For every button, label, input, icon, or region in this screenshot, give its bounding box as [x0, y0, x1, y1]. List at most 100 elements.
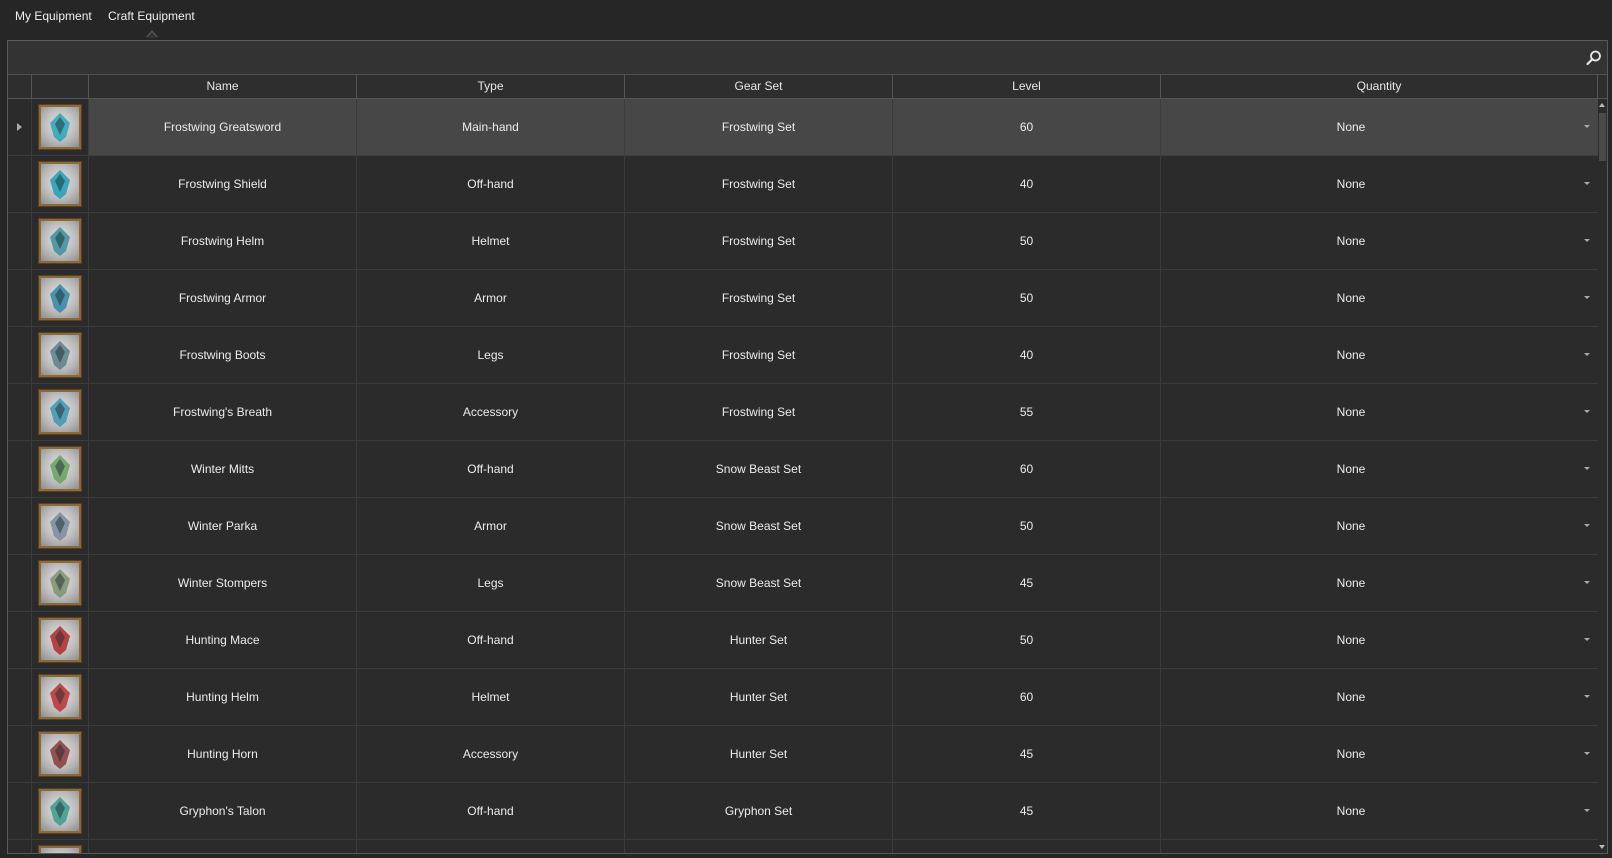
- quantity-dropdown[interactable]: None: [1161, 555, 1598, 611]
- chevron-down-icon[interactable]: [1584, 239, 1590, 242]
- quantity-dropdown[interactable]: None: [1161, 99, 1598, 155]
- quantity-value: None: [1336, 177, 1366, 191]
- search-icon[interactable]: [1585, 49, 1603, 67]
- table-row[interactable]: Hunting Helm Helmet Hunter Set 60 None: [8, 669, 1598, 726]
- row-indicator-cell: [8, 156, 32, 212]
- chevron-down-icon[interactable]: [1584, 182, 1590, 185]
- item-level: 45: [893, 726, 1161, 782]
- quantity-dropdown[interactable]: None: [1161, 213, 1598, 269]
- mace-icon: [38, 617, 82, 663]
- quantity-value: None: [1336, 690, 1366, 704]
- quantity-dropdown[interactable]: None: [1161, 726, 1598, 782]
- chevron-down-icon[interactable]: [1584, 353, 1590, 356]
- table-row[interactable]: Frostwing Greatsword Main-hand Frostwing S…: [8, 99, 1598, 156]
- table-row[interactable]: Frostwing's Breath Accessory Frostwing Set…: [8, 384, 1598, 441]
- item-type: Accessory: [357, 384, 625, 440]
- header-level[interactable]: Level: [893, 75, 1161, 98]
- item-icon-cell: [32, 612, 89, 668]
- quantity-dropdown[interactable]: None: [1161, 669, 1598, 725]
- header-name[interactable]: Name: [89, 75, 357, 98]
- row-indicator-cell: [8, 612, 32, 668]
- item-type: Main-hand: [357, 99, 625, 155]
- row-indicator-cell: [8, 555, 32, 611]
- item-level: 60: [893, 441, 1161, 497]
- quantity-value: None: [1336, 291, 1366, 305]
- table-row-partial[interactable]: [8, 840, 1598, 853]
- frost-sword-icon: [38, 104, 82, 150]
- item-name: Frostwing Helm: [89, 213, 357, 269]
- item-type: Off-hand: [357, 156, 625, 212]
- chevron-down-icon[interactable]: [1584, 809, 1590, 812]
- header-type[interactable]: Type: [357, 75, 625, 98]
- parka-icon: [38, 503, 82, 549]
- item-type: Legs: [357, 555, 625, 611]
- quantity-dropdown[interactable]: None: [1161, 783, 1598, 839]
- quantity-value: None: [1336, 348, 1366, 362]
- header-gear-set[interactable]: Gear Set: [625, 75, 893, 98]
- chevron-down-icon[interactable]: [1584, 695, 1590, 698]
- item-gear-set: Frostwing Set: [625, 384, 893, 440]
- table-row[interactable]: Frostwing Helm Helmet Frostwing Set 50 None: [8, 213, 1598, 270]
- item-level: 50: [893, 498, 1161, 554]
- row-indicator-cell: [8, 384, 32, 440]
- chevron-down-icon[interactable]: [1584, 296, 1590, 299]
- quantity-dropdown[interactable]: None: [1161, 612, 1598, 668]
- table-row[interactable]: Frostwing Armor Armor Frostwing Set 50 None: [8, 270, 1598, 327]
- chevron-down-icon[interactable]: [1584, 467, 1590, 470]
- grid-toolbar: [8, 41, 1607, 75]
- row-indicator-cell: [8, 270, 32, 326]
- row-indicator-cell: [8, 213, 32, 269]
- table-row[interactable]: Frostwing Shield Off-hand Frostwing Set 40 N…: [8, 156, 1598, 213]
- item-gear-set: Frostwing Set: [625, 213, 893, 269]
- item-type: Helmet: [357, 669, 625, 725]
- frost-armor-icon: [38, 275, 82, 321]
- quantity-dropdown[interactable]: None: [1161, 327, 1598, 383]
- tab-my-equipment[interactable]: My Equipment: [15, 9, 92, 23]
- item-level: 60: [893, 99, 1161, 155]
- chevron-down-icon[interactable]: [1584, 638, 1590, 641]
- chevron-down-icon[interactable]: [1584, 752, 1590, 755]
- item-name: Frostwing Shield: [89, 156, 357, 212]
- item-type: Off-hand: [357, 441, 625, 497]
- table-row[interactable]: Hunting Mace Off-hand Hunter Set 50 None: [8, 612, 1598, 669]
- chevron-down-icon[interactable]: [1584, 410, 1590, 413]
- chevron-down-icon[interactable]: [1584, 125, 1590, 128]
- row-indicator-cell: [8, 441, 32, 497]
- vertical-scrollbar[interactable]: [1598, 99, 1607, 853]
- item-name: Winter Stompers: [89, 555, 357, 611]
- row-indicator-cell: [8, 783, 32, 839]
- quantity-dropdown[interactable]: None: [1161, 441, 1598, 497]
- table-row[interactable]: Winter Stompers Legs Snow Beast Set 45 None: [8, 555, 1598, 612]
- quantity-dropdown[interactable]: None: [1161, 270, 1598, 326]
- item-level: 45: [893, 783, 1161, 839]
- row-indicator-cell: [8, 726, 32, 782]
- quantity-dropdown[interactable]: [1161, 840, 1598, 853]
- quantity-dropdown[interactable]: None: [1161, 156, 1598, 212]
- table-row[interactable]: Frostwing Boots Legs Frostwing Set 40 None: [8, 327, 1598, 384]
- equipment-panel: Name Type Gear Set Level Quantity Frostw…: [7, 40, 1608, 854]
- frost-shield-icon: [38, 161, 82, 207]
- item-name: Frostwing Boots: [89, 327, 357, 383]
- item-gear-set: Frostwing Set: [625, 156, 893, 212]
- scroll-up-arrow-icon[interactable]: [1599, 103, 1605, 107]
- item-icon-cell: [32, 441, 89, 497]
- quantity-dropdown[interactable]: None: [1161, 498, 1598, 554]
- item-icon-cell: [32, 99, 89, 155]
- item-level: 60: [893, 669, 1161, 725]
- scroll-down-arrow-icon[interactable]: [1599, 845, 1605, 849]
- item-level: 40: [893, 327, 1161, 383]
- scrollbar-thumb[interactable]: [1599, 113, 1606, 161]
- table-row[interactable]: Hunting Horn Accessory Hunter Set 45 None: [8, 726, 1598, 783]
- tab-craft-equipment[interactable]: Craft Equipment: [108, 9, 195, 23]
- quantity-dropdown[interactable]: None: [1161, 384, 1598, 440]
- table-row[interactable]: Winter Parka Armor Snow Beast Set 50 None: [8, 498, 1598, 555]
- item-type: Armor: [357, 498, 625, 554]
- item-name: Frostwing's Breath: [89, 384, 357, 440]
- hunter-helm-icon: [38, 674, 82, 720]
- table-row[interactable]: Gryphon's Talon Off-hand Gryphon Set 45 None: [8, 783, 1598, 840]
- header-quantity[interactable]: Quantity: [1161, 75, 1598, 98]
- quantity-value: None: [1336, 633, 1366, 647]
- chevron-down-icon[interactable]: [1584, 524, 1590, 527]
- table-row[interactable]: Winter Mitts Off-hand Snow Beast Set 60 None: [8, 441, 1598, 498]
- chevron-down-icon[interactable]: [1584, 581, 1590, 584]
